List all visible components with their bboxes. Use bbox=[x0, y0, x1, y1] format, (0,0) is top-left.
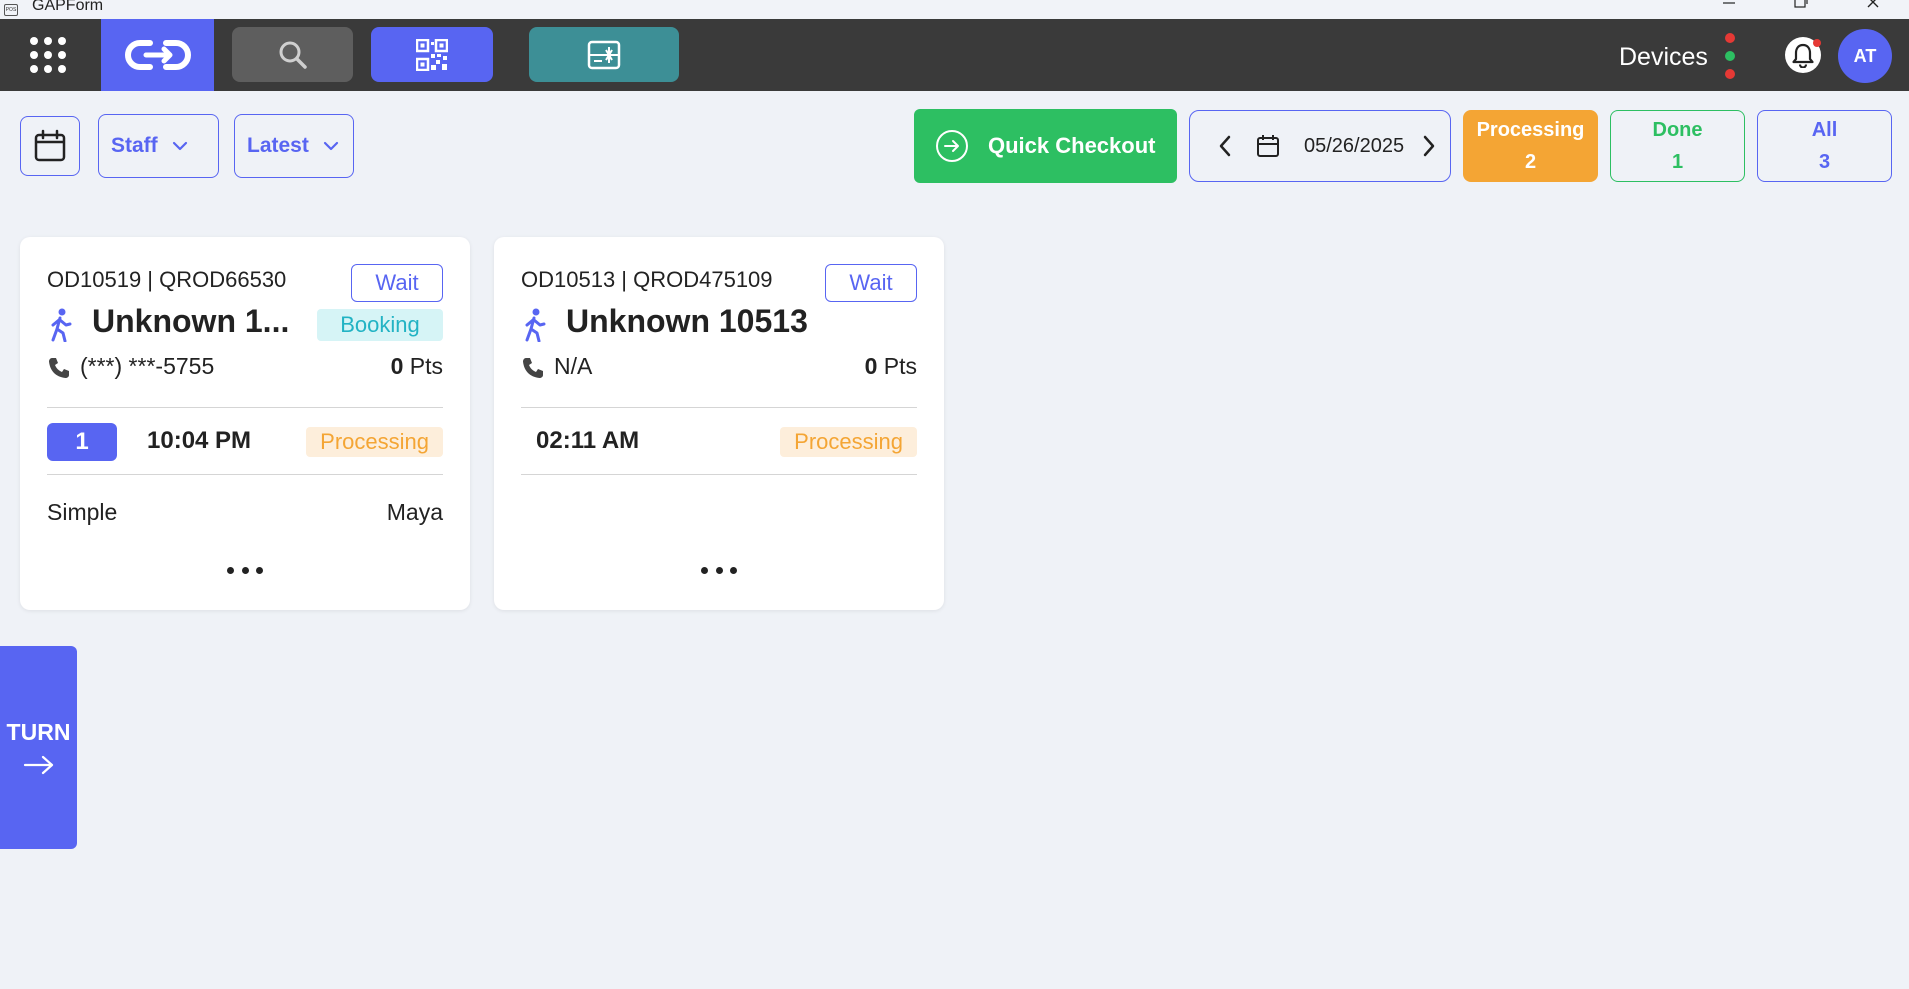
quick-checkout-button[interactable]: Quick Checkout bbox=[914, 109, 1177, 183]
order-time: 02:11 AM bbox=[536, 427, 640, 454]
minimize-icon[interactable] bbox=[1693, 0, 1765, 19]
phone-icon bbox=[523, 358, 543, 378]
points-unit: Pts bbox=[883, 353, 917, 379]
qr-code-button[interactable] bbox=[371, 27, 493, 82]
device-status-dot bbox=[1725, 51, 1735, 61]
walking-person-icon bbox=[51, 308, 72, 342]
points-value: 0 bbox=[390, 353, 404, 379]
filter-processing-label: Processing bbox=[1476, 119, 1585, 141]
arrow-right-icon bbox=[23, 755, 53, 775]
qr-code-icon bbox=[416, 38, 448, 71]
filter-all-button[interactable]: All 3 bbox=[1757, 110, 1892, 182]
panel-icon bbox=[587, 40, 621, 69]
filter-done-button[interactable]: Done 1 bbox=[1610, 110, 1745, 182]
selected-date[interactable]: 05/26/2025 bbox=[1304, 135, 1404, 158]
search-button[interactable] bbox=[232, 27, 353, 82]
top-navigation-bar: Devices AT bbox=[0, 19, 1909, 91]
notification-dot bbox=[1813, 39, 1821, 47]
filter-all-count: 3 bbox=[1818, 151, 1831, 173]
restore-icon[interactable] bbox=[1765, 0, 1837, 19]
points-value: 0 bbox=[864, 353, 878, 379]
staff-dropdown-label: Staff bbox=[111, 134, 158, 157]
turn-number-badge: 1 bbox=[47, 423, 117, 461]
order-card[interactable]: OD10513 | QROD475109 Wait Unknown 10513 … bbox=[494, 237, 944, 610]
panel-button[interactable] bbox=[529, 27, 679, 82]
search-icon bbox=[279, 41, 307, 69]
status-badge: Processing bbox=[780, 427, 917, 457]
chevron-down-icon bbox=[323, 141, 338, 151]
user-avatar[interactable]: AT bbox=[1838, 29, 1892, 83]
filter-processing-button[interactable]: Processing 2 bbox=[1463, 110, 1598, 182]
order-ids: OD10519 | QROD66530 bbox=[47, 267, 287, 292]
booking-tag: Booking bbox=[317, 309, 443, 341]
customer-name: Unknown 1... bbox=[92, 303, 290, 339]
wait-button[interactable]: Wait bbox=[351, 264, 443, 302]
customer-phone: (***) ***-5755 bbox=[80, 353, 215, 379]
link-logo-icon[interactable] bbox=[101, 19, 214, 91]
order-ids: OD10513 | QROD475109 bbox=[521, 267, 773, 292]
chevron-left-icon[interactable] bbox=[1218, 135, 1232, 157]
window-title: GAPForm bbox=[32, 0, 104, 14]
status-badge: Processing bbox=[306, 427, 443, 457]
chevron-right-icon[interactable] bbox=[1422, 135, 1436, 157]
grid-menu-icon[interactable] bbox=[29, 36, 67, 74]
points-unit: Pts bbox=[409, 353, 443, 379]
sort-dropdown[interactable]: Latest bbox=[234, 114, 354, 178]
close-window-icon[interactable] bbox=[1837, 0, 1909, 19]
service-name: Simple bbox=[47, 499, 118, 525]
devices-label[interactable]: Devices bbox=[1619, 42, 1708, 72]
device-status-dot bbox=[1725, 69, 1735, 79]
order-card[interactable]: OD10519 | QROD66530 Wait Unknown 1... Bo… bbox=[20, 237, 470, 610]
points: 0 Pts bbox=[391, 353, 443, 380]
date-navigator: 05/26/2025 bbox=[1189, 110, 1451, 182]
divider bbox=[521, 474, 917, 475]
customer-name: Unknown 10513 bbox=[566, 303, 808, 339]
calendar-icon[interactable] bbox=[1256, 134, 1280, 158]
more-options-icon[interactable] bbox=[227, 567, 263, 577]
wait-button[interactable]: Wait bbox=[825, 264, 917, 302]
divider bbox=[47, 474, 443, 475]
window-titlebar: POS GAPForm bbox=[0, 0, 1909, 19]
arrow-right-circle-icon bbox=[936, 130, 968, 162]
calendar-icon bbox=[34, 129, 66, 162]
filter-done-count: 1 bbox=[1671, 151, 1684, 173]
calendar-button[interactable] bbox=[20, 116, 80, 176]
phone-icon bbox=[49, 358, 69, 378]
device-status-dot bbox=[1725, 33, 1735, 43]
app-icon: POS bbox=[4, 3, 18, 16]
filter-processing-count: 2 bbox=[1524, 151, 1537, 173]
turn-button[interactable]: TURN bbox=[0, 646, 77, 849]
divider bbox=[47, 407, 443, 408]
customer-phone: N/A bbox=[554, 353, 593, 379]
walking-person-icon bbox=[525, 308, 546, 342]
staff-name: Maya bbox=[386, 499, 443, 525]
filter-done-label: Done bbox=[1652, 119, 1703, 141]
staff-dropdown[interactable]: Staff bbox=[98, 114, 219, 178]
turn-button-label: TURN bbox=[6, 719, 71, 745]
points: 0 Pts bbox=[865, 353, 917, 380]
device-status-indicators bbox=[1725, 33, 1735, 79]
order-time: 10:04 PM bbox=[147, 427, 252, 454]
chevron-down-icon bbox=[172, 141, 187, 151]
more-options-icon[interactable] bbox=[701, 567, 737, 577]
divider bbox=[521, 407, 917, 408]
quick-checkout-label: Quick Checkout bbox=[988, 133, 1156, 158]
filter-all-label: All bbox=[1811, 119, 1838, 141]
sort-dropdown-label: Latest bbox=[247, 134, 309, 157]
